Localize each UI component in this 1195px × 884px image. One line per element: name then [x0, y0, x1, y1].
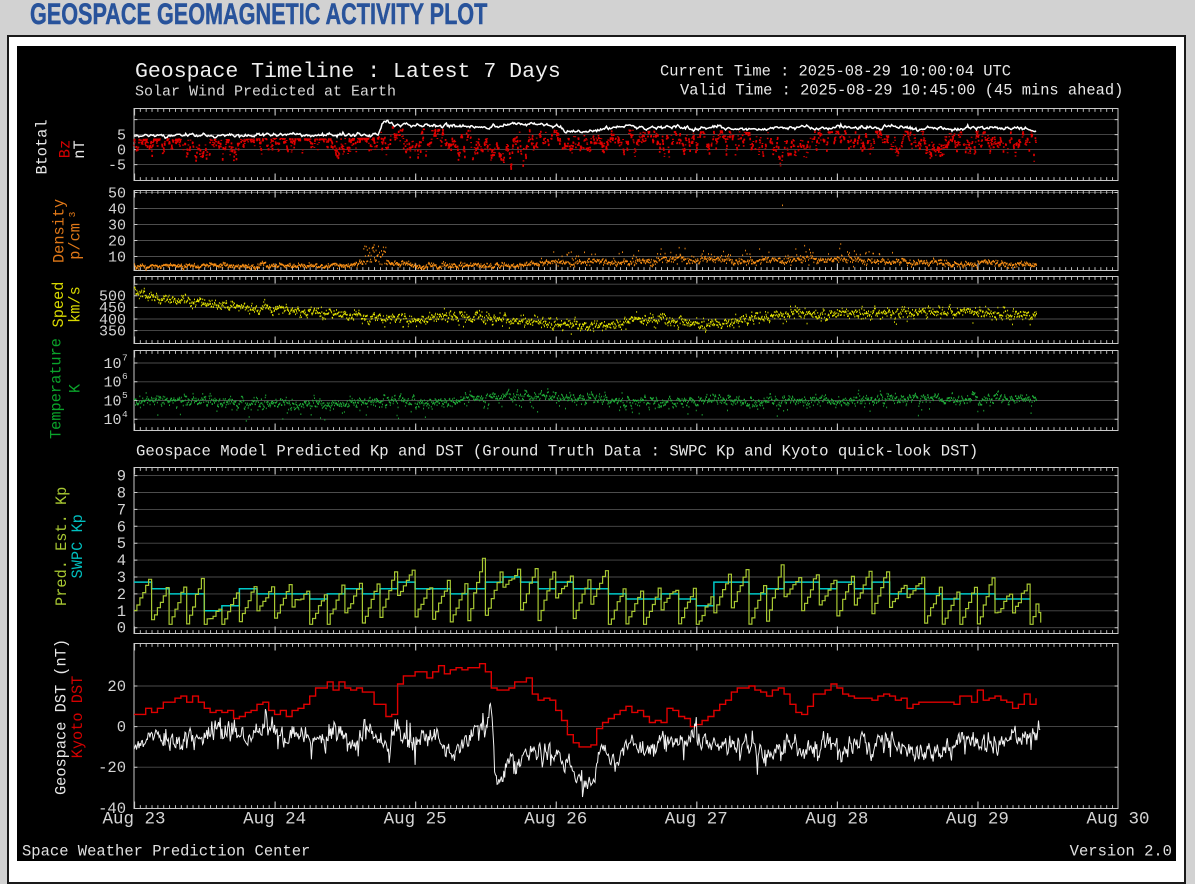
- svg-text:Space Weather Prediction Cente: Space Weather Prediction Center: [22, 843, 310, 861]
- svg-text:5: 5: [117, 535, 126, 553]
- svg-text:30: 30: [108, 217, 126, 234]
- svg-text:Aug 26: Aug 26: [524, 810, 587, 830]
- svg-text:7: 7: [122, 353, 128, 364]
- svg-text:0: 0: [117, 719, 126, 737]
- svg-text:Speed: Speed: [50, 282, 68, 328]
- svg-text:Btotal: Btotal: [34, 119, 52, 174]
- svg-text:-5: -5: [108, 157, 126, 174]
- svg-text:Geospace Timeline : Latest 7 D: Geospace Timeline : Latest 7 Days: [135, 60, 561, 84]
- svg-text:Aug 30: Aug 30: [1086, 810, 1149, 830]
- svg-text:4: 4: [122, 409, 128, 420]
- svg-text:Temperature: Temperature: [48, 338, 66, 439]
- svg-text:40: 40: [108, 201, 126, 218]
- svg-text:Aug 25: Aug 25: [384, 810, 447, 830]
- svg-text:6: 6: [117, 518, 126, 536]
- svg-text:20: 20: [107, 678, 126, 696]
- svg-text:Geospace DST (nT): Geospace DST (nT): [53, 639, 71, 795]
- svg-text:K: K: [67, 383, 85, 393]
- svg-text:3: 3: [117, 569, 126, 587]
- svg-text:p/cm: p/cm: [67, 223, 85, 260]
- svg-text:Kyoto DST: Kyoto DST: [69, 676, 87, 759]
- svg-text:Current Time : 2025-08-29 10:0: Current Time : 2025-08-29 10:00:04 UTC: [660, 63, 1011, 81]
- svg-text:4: 4: [117, 552, 126, 570]
- svg-text:Geospace Model Predicted Kp an: Geospace Model Predicted Kp and DST (Gro…: [136, 443, 978, 461]
- svg-text:20: 20: [108, 233, 126, 250]
- svg-text:SWPC Kp: SWPC Kp: [69, 514, 87, 578]
- svg-text:Aug 24: Aug 24: [243, 810, 306, 830]
- svg-text:Version 2.0: Version 2.0: [1070, 843, 1172, 861]
- svg-text:9: 9: [117, 468, 126, 486]
- svg-text:7: 7: [117, 501, 126, 519]
- svg-text:Aug 28: Aug 28: [805, 810, 868, 830]
- svg-text:1: 1: [117, 603, 126, 621]
- svg-text:Solar Wind Predicted at Earth: Solar Wind Predicted at Earth: [135, 84, 396, 101]
- svg-text:Valid Time : 2025-08-29 10:45:: Valid Time : 2025-08-29 10:45:00 (45 min…: [680, 82, 1123, 100]
- svg-text:10: 10: [103, 375, 121, 392]
- svg-text:350: 350: [99, 323, 126, 340]
- svg-text:3: 3: [67, 211, 78, 217]
- svg-text:5: 5: [122, 390, 128, 401]
- svg-text:8: 8: [117, 485, 126, 503]
- svg-text:2: 2: [117, 586, 126, 604]
- svg-text:50: 50: [108, 185, 126, 202]
- svg-text:-20: -20: [98, 759, 126, 777]
- svg-text:Aug 23: Aug 23: [102, 810, 165, 830]
- svg-text:10: 10: [108, 249, 126, 266]
- svg-text:0: 0: [117, 620, 126, 638]
- svg-text:nT: nT: [71, 140, 89, 158]
- svg-text:Aug 27: Aug 27: [665, 810, 728, 830]
- svg-text:10: 10: [103, 356, 121, 373]
- svg-text:10: 10: [103, 412, 121, 429]
- svg-text:10: 10: [103, 393, 121, 410]
- svg-text:Aug 29: Aug 29: [946, 810, 1009, 830]
- svg-text:km/s: km/s: [67, 286, 85, 323]
- svg-text:6: 6: [122, 371, 128, 382]
